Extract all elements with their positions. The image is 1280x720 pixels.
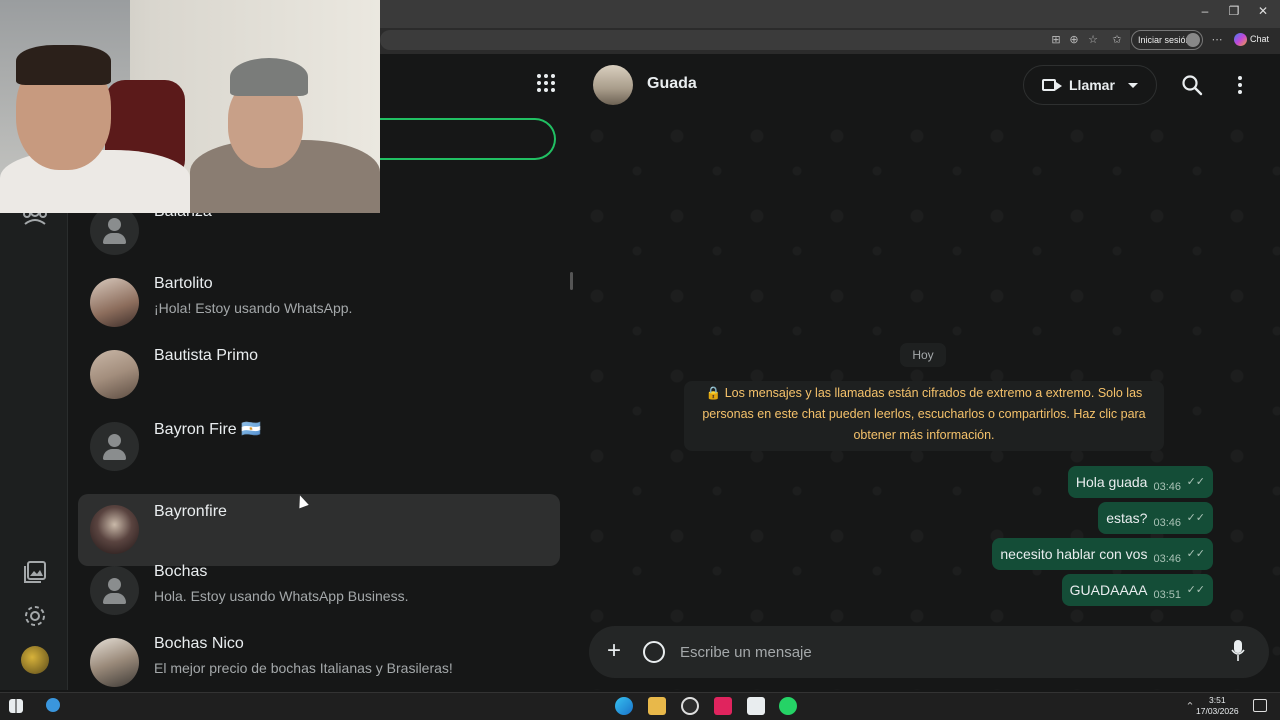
search-input[interactable] [360, 118, 556, 160]
chat-item-bochas-nico[interactable]: Bochas Nico El mejor precio de bochas It… [78, 626, 560, 690]
dialpad-icon[interactable] [537, 74, 557, 94]
read-receipt-icon: ✓✓ [1186, 476, 1205, 488]
call-label: Llamar [1069, 77, 1115, 93]
chat-item-bayron-fire[interactable]: Bayron Fire 🇦🇷 [78, 410, 560, 482]
contact-avatar [90, 350, 139, 399]
chat-name: Bautista Primo [154, 347, 259, 364]
favorite-star-icon[interactable]: ☆ [1086, 33, 1100, 47]
microphone-icon[interactable] [1231, 640, 1245, 662]
chat-label: Chat [1250, 33, 1270, 44]
chat-name: Bartolito [154, 275, 213, 292]
settings-gear-icon[interactable] [22, 603, 48, 629]
chevron-up-icon[interactable]: ⌃ [1183, 700, 1197, 714]
zoom-icon[interactable]: ⊕ [1067, 33, 1081, 47]
read-receipt-icon: ✓✓ [1186, 512, 1205, 524]
message-text: Hola guada [1075, 474, 1148, 490]
chat-name: Bochas Nico [154, 635, 244, 652]
attach-plus-icon[interactable]: + [607, 639, 621, 663]
media-gallery-icon[interactable] [22, 559, 48, 585]
notifications-icon[interactable] [1253, 699, 1267, 712]
default-avatar-icon [90, 206, 139, 255]
taskbar [0, 692, 1280, 720]
conversation-header: Guada Llamar [577, 54, 1280, 116]
message-time: 03:46 [1153, 517, 1181, 529]
read-receipt-icon: ✓✓ [1186, 548, 1205, 560]
minimize-icon[interactable]: – [1195, 4, 1215, 18]
clock-time: 3:51 [1209, 695, 1226, 705]
contact-name[interactable]: Guada [647, 75, 697, 93]
copilot-icon [1234, 33, 1247, 46]
default-avatar-icon [90, 422, 139, 471]
chat-name: Bayron Fire 🇦🇷 [154, 421, 262, 438]
clock-date: 17/03/2026 [1196, 706, 1239, 716]
message-text: GUADAAAA [1069, 582, 1148, 598]
downloader-icon[interactable] [747, 697, 765, 715]
obs-icon[interactable] [681, 697, 699, 715]
more-menu-icon[interactable]: ⋯ [1210, 33, 1224, 47]
search-icon[interactable] [1181, 74, 1203, 96]
favorites-icon[interactable]: ✩ [1110, 33, 1124, 47]
message-outgoing[interactable]: estas? 03:46 ✓✓ [1098, 502, 1213, 534]
chat-name: Bayronfire [154, 503, 227, 520]
encryption-notice[interactable]: 🔒 Los mensajes y las llamadas están cifr… [684, 381, 1164, 451]
system-clock[interactable]: 3:51 17/03/2026 [1196, 695, 1239, 717]
my-profile-avatar[interactable] [21, 646, 49, 674]
contact-avatar[interactable] [593, 65, 633, 105]
chat-item-bartolito[interactable]: Bartolito ¡Hola! Estoy usando WhatsApp. [78, 266, 560, 338]
signin-button[interactable]: Iniciar sesión [1131, 30, 1203, 50]
message-input[interactable] [680, 626, 1210, 678]
copilot-chat-button[interactable]: Chat [1234, 33, 1269, 46]
profile-icon [1186, 33, 1200, 47]
start-windows-icon[interactable] [9, 699, 23, 713]
message-time: 03:51 [1153, 589, 1181, 601]
chat-list-scrollbar[interactable] [570, 272, 573, 290]
sticker-emoji-icon[interactable] [643, 641, 665, 663]
conversation-panel: Guada Llamar Hoy 🔒 Los mensajes y las ll… [577, 54, 1280, 690]
message-time: 03:46 [1153, 553, 1181, 565]
file-explorer-icon[interactable] [648, 697, 666, 715]
signin-label: Iniciar sesión [1138, 35, 1191, 45]
menu-kebab-icon[interactable] [1229, 74, 1251, 96]
message-text: necesito hablar con vos [1000, 546, 1148, 562]
close-icon[interactable]: ✕ [1253, 4, 1273, 18]
webcam-overlay [0, 0, 380, 213]
read-receipt-icon: ✓✓ [1186, 584, 1205, 596]
call-button[interactable]: Llamar [1023, 65, 1157, 105]
message-outgoing[interactable]: GUADAAAA 03:51 ✓✓ [1061, 574, 1213, 606]
whatsapp-icon[interactable] [779, 697, 797, 715]
restore-icon[interactable]: ❐ [1224, 4, 1244, 18]
chat-name: Bochas [154, 563, 208, 580]
date-divider: Hoy [900, 343, 946, 367]
message-outgoing[interactable]: necesito hablar con vos 03:46 ✓✓ [992, 538, 1213, 570]
chat-item-bochas[interactable]: Bochas Hola. Estoy usando WhatsApp Busin… [78, 554, 560, 626]
default-avatar-icon [90, 566, 139, 615]
contact-avatar [90, 638, 139, 687]
message-composer: + [589, 626, 1269, 678]
message-time: 03:46 [1153, 481, 1181, 493]
chat-preview: ¡Hola! Estoy usando WhatsApp. [154, 300, 353, 316]
tiktok-icon[interactable] [714, 697, 732, 715]
video-camera-icon [1042, 79, 1062, 91]
screen: – ❐ ✕ ⊞ ⊕ ☆ ✩ Iniciar sesión ⋯ Chat Bart… [0, 0, 1280, 720]
chevron-down-icon [1128, 83, 1138, 88]
edge-browser-icon[interactable] [615, 697, 633, 715]
apps-icon[interactable]: ⊞ [1049, 33, 1063, 47]
chat-preview: El mejor precio de bochas Italianas y Br… [154, 660, 453, 676]
chat-item-bautista-primo[interactable]: Bautista Primo [78, 338, 560, 410]
message-text: estas? [1106, 510, 1148, 526]
contact-avatar [90, 278, 139, 327]
chat-preview: Hola. Estoy usando WhatsApp Business. [154, 588, 409, 604]
edge-icon[interactable] [46, 698, 60, 712]
contact-avatar [90, 505, 139, 554]
address-bar[interactable] [380, 30, 1130, 50]
message-outgoing[interactable]: Hola guada 03:46 ✓✓ [1067, 466, 1213, 498]
